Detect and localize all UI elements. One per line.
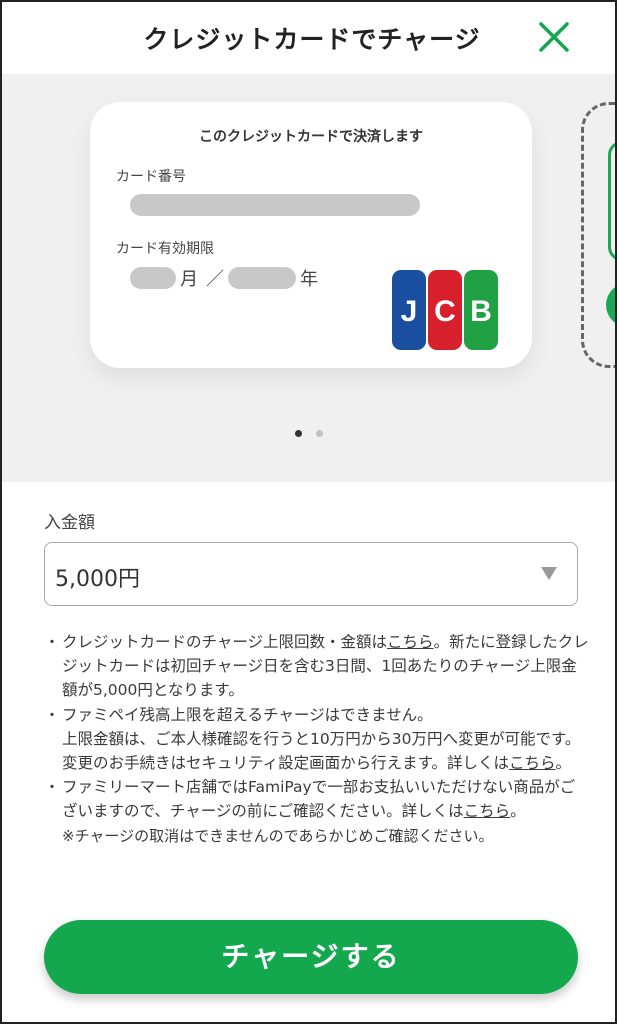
amount-label: 入金額	[44, 513, 95, 533]
note-item: ・ ファミリーマート店舗ではFamiPayで一部お支払いいただけない商品がござい…	[42, 775, 590, 823]
pagination-dot[interactable]	[315, 430, 323, 437]
note-text: 上限金額は、ご本人様確認を行うと10万円から30万円へ変更が可能です。変更のお手…	[62, 729, 581, 773]
cancel-remark: ※チャージの取消はできませんのであらかじめご確認ください。	[62, 826, 494, 845]
note-text: 。	[555, 754, 572, 773]
card-expiry-label: カード有効期限	[116, 241, 214, 257]
card-outline-icon	[608, 141, 615, 261]
card-number-label: カード番号	[116, 169, 186, 185]
svg-text:C: C	[434, 295, 456, 328]
card-expiry-row: 月 ／ 年	[130, 266, 322, 290]
carousel-pagination	[2, 430, 615, 437]
card-heading: このクレジットカードで決済します	[199, 129, 423, 145]
amount-select[interactable]: 5,000円	[44, 542, 578, 606]
dropdown-arrow-icon	[541, 567, 557, 580]
expiry-year-mask	[228, 267, 296, 289]
notes: ・ クレジットカードのチャージ上限回数・金額はこちら。新たに登録したクレジットカ…	[42, 630, 590, 848]
note-item: ・ クレジットカードのチャージ上限回数・金額はこちら。新たに登録したクレジットカ…	[42, 630, 590, 703]
expiry-month-mask	[130, 267, 176, 289]
close-icon	[539, 22, 569, 52]
note-bullet: ・	[44, 778, 60, 797]
card-number-mask	[130, 194, 420, 216]
card-carousel[interactable]: このクレジットカードで決済します カード番号 カード有効期限 月 ／ 年 J C…	[2, 74, 615, 482]
note-bullet: ・	[44, 633, 60, 651]
store-info-link[interactable]: こちら	[464, 802, 511, 820]
note-text: ファミペイ残高上限を超えるチャージはできません。	[62, 705, 433, 724]
header: クレジットカードでチャージ	[2, 2, 615, 74]
note-item: ・ ファミペイ残高上限を超えるチャージはできません。上限金額は、ご本人様確認を行…	[42, 703, 590, 776]
amount-value: 5,000円	[55, 567, 140, 592]
charge-button[interactable]: チャージする	[44, 920, 578, 994]
expiry-separator: ／	[206, 269, 224, 290]
year-unit: 年	[300, 269, 318, 290]
month-unit: 月	[180, 269, 198, 290]
close-button[interactable]	[532, 18, 576, 58]
svg-text:J: J	[401, 295, 418, 328]
balance-limit-link[interactable]: こちら	[509, 754, 556, 772]
svg-text:B: B	[470, 295, 492, 328]
note-bullet: ・	[44, 705, 60, 724]
credit-card[interactable]: このクレジットカードで決済します カード番号 カード有効期限 月 ／ 年 J C…	[90, 102, 532, 368]
jcb-logo: J C B	[392, 270, 498, 350]
app-frame: クレジットカードでチャージ このクレジットカードで決済します カード番号 カード…	[0, 0, 617, 1024]
add-card-slot[interactable]	[581, 102, 615, 368]
limits-link[interactable]: こちら	[387, 633, 434, 651]
add-icon	[606, 283, 615, 327]
pagination-dot-active[interactable]	[294, 430, 302, 437]
note-text: 。	[510, 802, 526, 821]
note-text: クレジットカードのチャージ上限回数・金額は	[62, 633, 388, 651]
page-title: クレジットカードでチャージ	[143, 25, 481, 54]
